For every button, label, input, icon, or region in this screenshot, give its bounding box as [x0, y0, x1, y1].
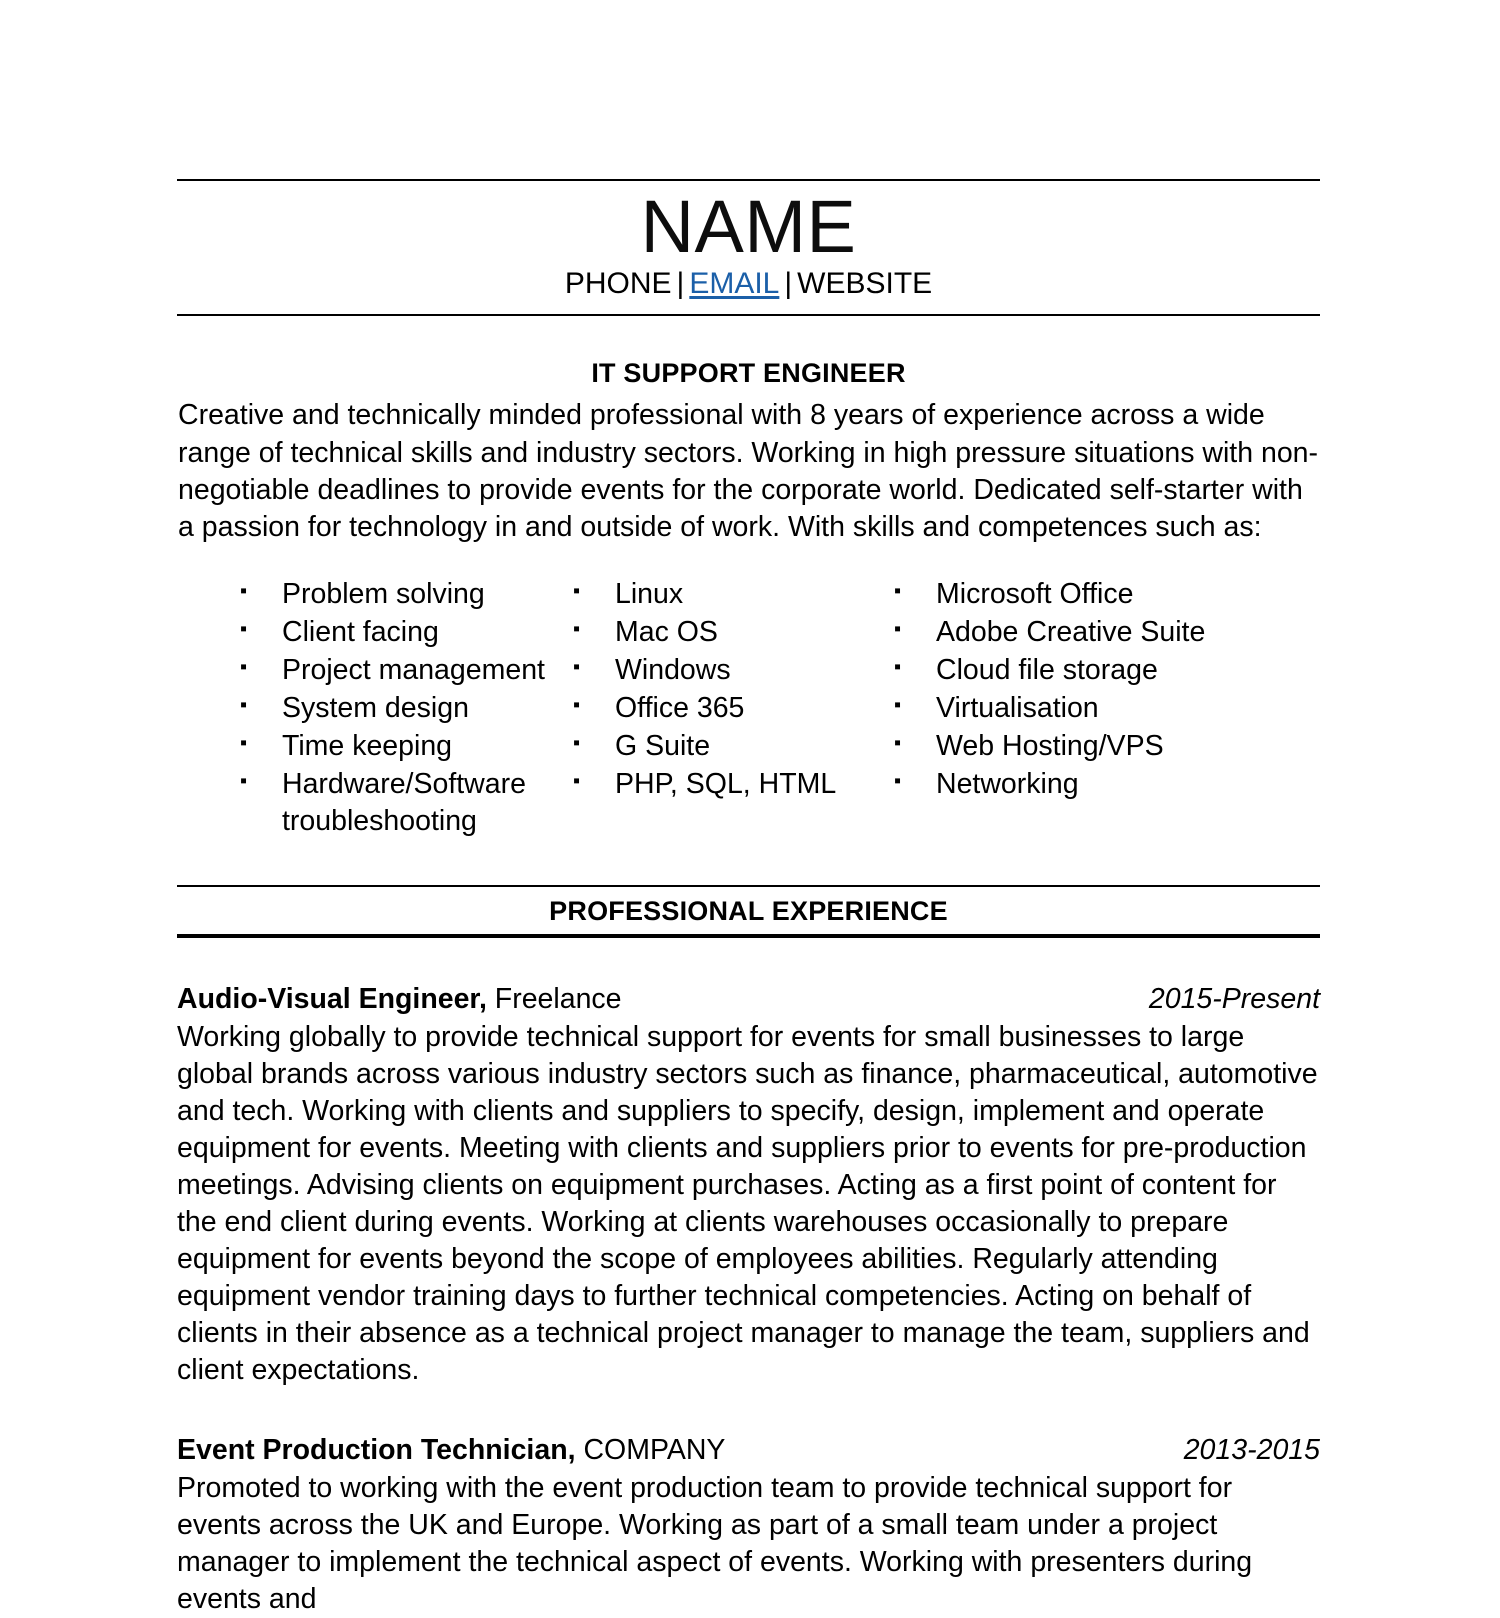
skill-label: Windows [615, 653, 731, 686]
square-bullet-icon: ▪ [573, 769, 581, 792]
square-bullet-icon: ▪ [240, 693, 248, 716]
list-item: ▪ Windows [573, 652, 894, 689]
skill-label: Virtualisation [936, 691, 1099, 724]
job-title-company: Audio-Visual Engineer, Freelance [177, 982, 622, 1018]
skill-label: PHP, SQL, HTML [615, 767, 837, 800]
skills-column-2: ▪ Linux ▪ Mac OS ▪ Windows ▪ Office 365 … [573, 576, 894, 841]
square-bullet-icon: ▪ [894, 579, 902, 602]
square-bullet-icon: ▪ [573, 655, 581, 678]
skill-label: Linux [615, 577, 684, 610]
job-title-company: Event Production Technician, COMPANY [177, 1433, 725, 1469]
square-bullet-icon: ▪ [894, 769, 902, 792]
list-item: ▪ Project management [240, 652, 573, 689]
experience-entry-2: Event Production Technician, COMPANY 201… [177, 1433, 1320, 1618]
skill-label: Office 365 [615, 691, 745, 724]
square-bullet-icon: ▪ [894, 693, 902, 716]
job-company: COMPANY [583, 1434, 726, 1467]
contact-website: WEBSITE [797, 267, 933, 301]
contact-separator-1: | [676, 267, 685, 301]
square-bullet-icon: ▪ [894, 731, 902, 754]
job-dates: 2015-Present [1148, 982, 1320, 1015]
experience-entry-1: Audio-Visual Engineer, Freelance 2015-Pr… [177, 982, 1320, 1389]
job-role: Audio-Visual Engineer, [177, 982, 487, 1015]
list-item: ▪ Cloud file storage [894, 652, 1320, 689]
job-dates: 2013-2015 [1183, 1434, 1320, 1467]
list-item: ▪ Linux [573, 576, 894, 613]
skills-column-1: ▪ Problem solving ▪ Client facing ▪ Proj… [177, 576, 573, 841]
square-bullet-icon: ▪ [573, 617, 581, 640]
square-bullet-icon: ▪ [894, 655, 902, 678]
skill-label: Microsoft Office [936, 577, 1134, 610]
page-title: NAME [640, 185, 857, 268]
square-bullet-icon: ▪ [240, 617, 248, 640]
job-description: Promoted to working with the event produ… [177, 1471, 1253, 1615]
skills-list: ▪ Problem solving ▪ Client facing ▪ Proj… [177, 576, 1320, 841]
list-item: ▪ Time keeping [240, 728, 573, 765]
square-bullet-icon: ▪ [240, 579, 248, 602]
contact-separator-2: | [784, 267, 793, 301]
job-role: Event Production Technician, [177, 1434, 576, 1467]
skill-label: Web Hosting/VPS [936, 729, 1164, 762]
professional-title: IT SUPPORT ENGINEER [591, 358, 906, 389]
list-item: ▪ Web Hosting/VPS [894, 728, 1320, 765]
square-bullet-icon: ▪ [240, 655, 248, 678]
job-header: Audio-Visual Engineer, Freelance 2015-Pr… [177, 982, 1320, 1018]
list-item: ▪ Office 365 [573, 690, 894, 727]
list-item: ▪ Networking [894, 766, 1320, 803]
square-bullet-icon: ▪ [573, 693, 581, 716]
skill-label: Networking [936, 767, 1079, 800]
contact-line: PHONE | EMAIL | WEBSITE [177, 266, 1320, 302]
list-item: ▪ Hardware/Software troubleshooting [240, 766, 573, 840]
skill-label: System design [282, 691, 469, 724]
section-header-professional-experience: PROFESSIONAL EXPERIENCE [177, 884, 1320, 938]
summary-paragraph: Creative and technically minded professi… [178, 399, 1319, 543]
resume-content-column: NAME PHONE | EMAIL | WEBSITE IT SUPPORT ENGI… [177, 0, 1320, 1618]
list-item: ▪ G Suite [573, 728, 894, 765]
skill-label: Adobe Creative Suite [936, 615, 1206, 648]
list-item: ▪ Mac OS [573, 614, 894, 651]
skill-label: Mac OS [615, 615, 718, 648]
list-item: ▪ Client facing [240, 614, 573, 651]
list-item: ▪ Virtualisation [894, 690, 1320, 727]
contact-email-link[interactable]: EMAIL [689, 267, 779, 300]
square-bullet-icon: ▪ [240, 769, 248, 792]
list-item: ▪ Adobe Creative Suite [894, 614, 1320, 651]
square-bullet-icon: ▪ [894, 617, 902, 640]
skill-label: G Suite [615, 729, 711, 762]
job-header: Event Production Technician, COMPANY 201… [177, 1433, 1320, 1469]
skill-label: Problem solving [282, 577, 485, 610]
list-item: ▪ System design [240, 690, 573, 727]
square-bullet-icon: ▪ [240, 731, 248, 754]
contact-phone: PHONE [564, 267, 672, 301]
square-bullet-icon: ▪ [573, 579, 581, 602]
list-item: ▪ Microsoft Office [894, 576, 1320, 613]
list-item: ▪ Problem solving [240, 576, 573, 613]
skill-label: Time keeping [282, 729, 453, 762]
resume-header: NAME PHONE | EMAIL | WEBSITE [177, 179, 1320, 317]
skill-label: Client facing [282, 615, 439, 648]
skill-label: Hardware/Software troubleshooting [282, 767, 526, 837]
list-item: ▪ PHP, SQL, HTML [573, 766, 894, 803]
skill-label: Project management [282, 653, 545, 686]
skill-label: Cloud file storage [936, 653, 1158, 686]
job-description: Working globally to provide technical su… [177, 1020, 1318, 1387]
job-company: Freelance [494, 982, 622, 1015]
square-bullet-icon: ▪ [573, 731, 581, 754]
section-title: PROFESSIONAL EXPERIENCE [549, 895, 948, 926]
resume-page: NAME PHONE | EMAIL | WEBSITE IT SUPPORT ENGI… [0, 0, 1500, 1615]
skills-column-3: ▪ Microsoft Office ▪ Adobe Creative Suit… [894, 576, 1320, 841]
